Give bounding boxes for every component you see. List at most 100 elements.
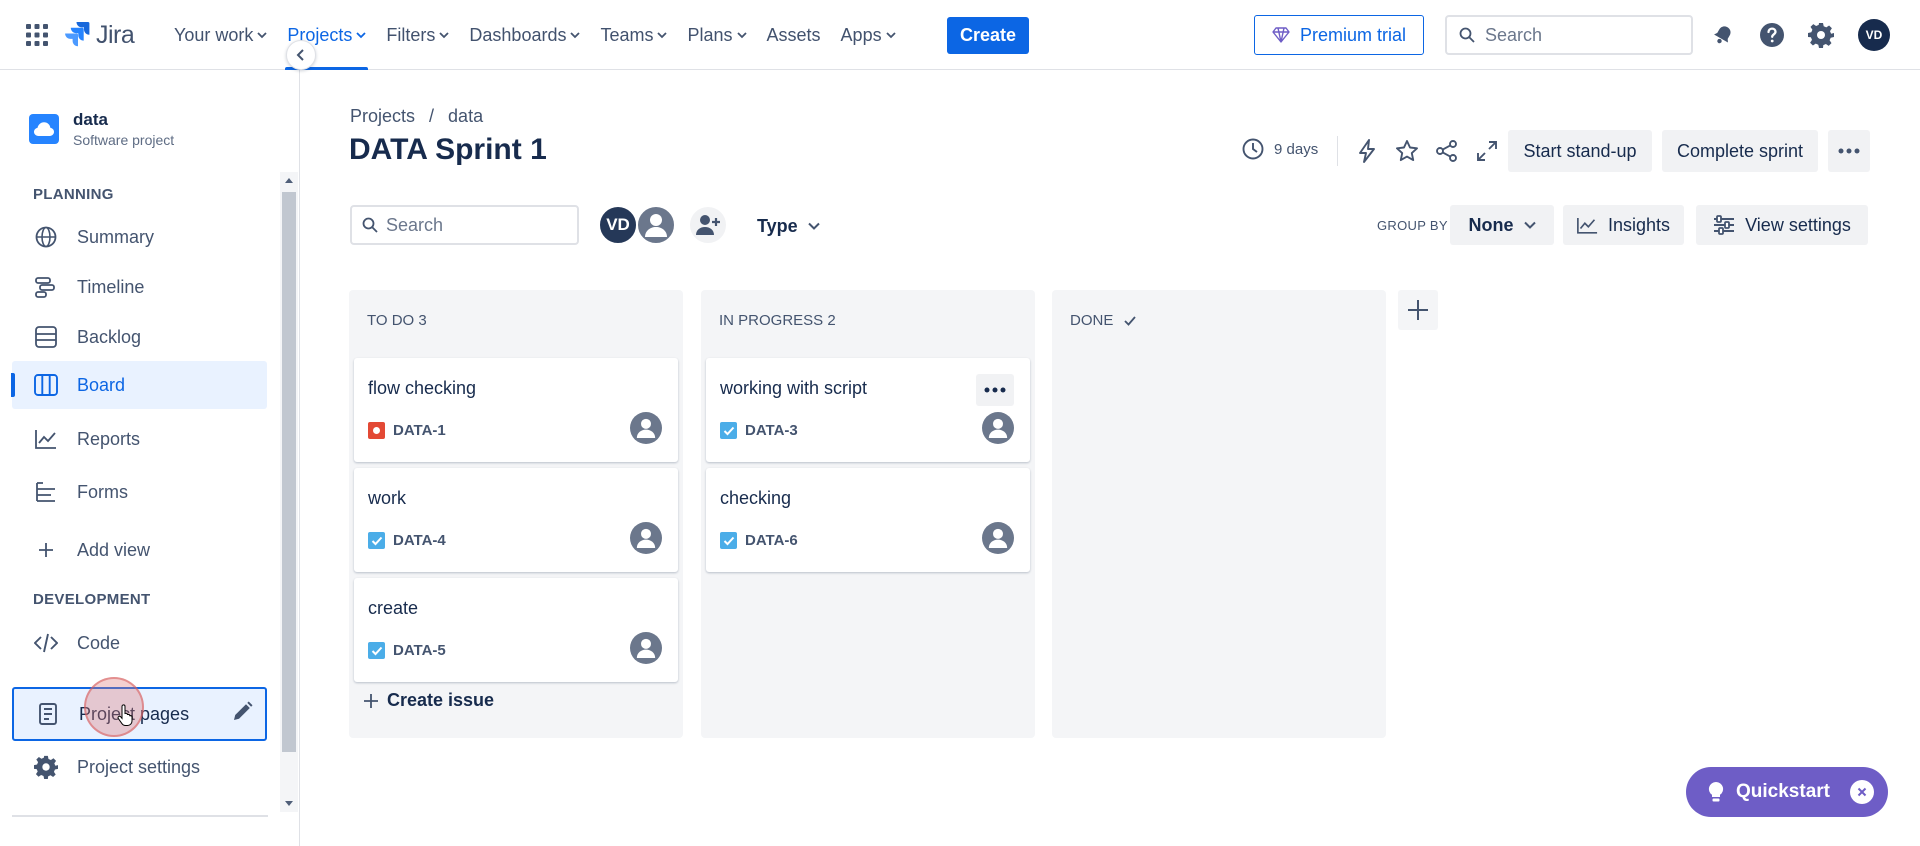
group-by-label: GROUP BY [1377, 218, 1448, 233]
sidebar-item-label: Project pages [79, 703, 190, 724]
add-column-button[interactable] [1398, 290, 1438, 330]
sidebar-item-timeline[interactable]: Timeline [12, 263, 267, 311]
project-avatar [29, 114, 59, 144]
sidebar-scrollbar-thumb[interactable] [282, 192, 296, 752]
collapse-sidebar-button[interactable] [286, 40, 316, 70]
column-header-label: DONE [1070, 312, 1114, 329]
insights-button[interactable]: Insights [1563, 205, 1684, 245]
plus-icon [364, 693, 378, 708]
card-assignee-avatar[interactable] [630, 412, 662, 444]
card-assignee-avatar[interactable] [982, 412, 1014, 444]
issue-card-title: create [368, 598, 419, 618]
sidebar-item-code[interactable]: Code [12, 619, 267, 667]
user-icon [636, 638, 656, 658]
card-assignee-avatar[interactable] [630, 522, 662, 554]
project-header[interactable]: data Software project [29, 110, 174, 148]
nav-plans[interactable]: Plans [677, 0, 756, 70]
create-issue-label: Create issue [387, 690, 495, 710]
issue-card-title: flow checking [368, 378, 477, 398]
issue-card[interactable]: checking DATA-6 [706, 468, 1030, 572]
chevron-down-icon [657, 32, 668, 39]
share-icon[interactable] [1433, 137, 1461, 165]
app-switcher-icon[interactable] [26, 24, 48, 46]
breadcrumb-projects[interactable]: Projects [350, 106, 415, 127]
globe-icon [33, 224, 59, 250]
global-search-input[interactable] [1485, 24, 1675, 46]
card-more-button[interactable] [976, 374, 1014, 406]
sidebar-item-board[interactable]: Board [11, 361, 267, 409]
task-checkbox-icon [368, 642, 385, 659]
issue-key-label: DATA-3 [745, 422, 798, 439]
scroll-up-icon[interactable] [284, 176, 294, 186]
nav-your-work[interactable]: Your work [164, 0, 277, 70]
lightning-icon[interactable] [1353, 137, 1381, 165]
sidebar-item-summary[interactable]: Summary [12, 213, 267, 261]
issue-card[interactable]: work DATA-4 [354, 468, 678, 572]
issue-key-label: DATA-6 [745, 532, 798, 549]
sidebar-item-label: Board [77, 374, 126, 395]
nav-filters[interactable]: Filters [376, 0, 459, 70]
sidebar-item-label: Timeline [77, 276, 145, 297]
group-by-dropdown[interactable]: None [1450, 205, 1554, 245]
settings-icon[interactable] [1807, 21, 1835, 49]
board-search-input[interactable] [386, 214, 566, 236]
nav-assets[interactable]: Assets [757, 0, 831, 70]
issue-card-title: checking [720, 488, 792, 508]
issue-card[interactable]: flow checking DATA-1 [354, 358, 678, 462]
add-user-icon [696, 215, 720, 235]
card-assignee-avatar[interactable] [982, 522, 1014, 554]
complete-sprint-button[interactable]: Complete sprint [1662, 130, 1818, 172]
issue-card-title: work [368, 488, 407, 508]
user-icon [636, 418, 656, 438]
premium-trial-label: Premium trial [1299, 24, 1406, 45]
issue-card-key: DATA-1 [368, 422, 446, 439]
create-button[interactable]: Create [947, 17, 1029, 54]
nav-filters-label: Filters [386, 24, 436, 45]
view-settings-button[interactable]: View settings [1696, 205, 1868, 245]
breadcrumb-data[interactable]: data [448, 106, 483, 127]
help-icon[interactable] [1758, 21, 1786, 49]
nav-your-work-label: Your work [174, 24, 254, 45]
project-sidebar: data Software project PLANNING Summary T… [0, 70, 300, 846]
sidebar-item-project-pages[interactable]: Project pages [12, 687, 267, 741]
sidebar-item-project-settings[interactable]: Project settings [12, 743, 267, 791]
cloud-icon [34, 122, 54, 136]
more-horizontal-icon [1838, 148, 1860, 154]
issue-card[interactable]: create DATA-5 [354, 578, 678, 682]
sidebar-item-reports[interactable]: Reports [12, 415, 267, 463]
card-assignee-avatar[interactable] [630, 632, 662, 664]
star-icon[interactable] [1393, 137, 1421, 165]
start-standup-button[interactable]: Start stand-up [1508, 130, 1652, 172]
close-quickstart-button[interactable] [1850, 780, 1874, 804]
global-search[interactable] [1445, 15, 1693, 55]
sidebar-scrollbar[interactable] [280, 172, 298, 812]
expand-icon[interactable] [1473, 137, 1501, 165]
issue-card[interactable]: working with script DATA-3 [706, 358, 1030, 462]
jira-logo[interactable]: Jira [64, 18, 135, 52]
sidebar-item-add-view[interactable]: Add view [12, 526, 267, 574]
assignee-avatar-vd[interactable]: VD [598, 205, 638, 245]
sidebar-item-backlog[interactable]: Backlog [12, 313, 267, 361]
breadcrumb-separator: / [429, 106, 435, 126]
assignee-avatar-unassigned[interactable] [636, 205, 676, 245]
create-issue-button[interactable]: Create issue [363, 690, 494, 711]
sidebar-item-forms[interactable]: Forms [12, 468, 267, 516]
more-actions-button[interactable] [1828, 130, 1870, 172]
quickstart-button[interactable]: Quickstart [1686, 767, 1888, 817]
forms-icon [33, 479, 59, 505]
pencil-icon[interactable] [231, 701, 253, 723]
nav-teams[interactable]: Teams [590, 0, 677, 70]
search-icon [362, 217, 378, 233]
scroll-down-icon[interactable] [284, 798, 294, 808]
jira-logo-icon [65, 22, 90, 47]
backlog-icon [33, 324, 59, 350]
board-search[interactable] [350, 205, 579, 245]
add-people-button[interactable] [688, 205, 728, 245]
notifications-icon[interactable] [1709, 21, 1737, 49]
sprint-days-remaining[interactable]: 9 days [1242, 138, 1318, 160]
premium-trial-button[interactable]: Premium trial [1254, 15, 1424, 55]
nav-apps[interactable]: Apps [831, 0, 906, 70]
user-avatar[interactable]: VD [1858, 19, 1890, 51]
type-filter-dropdown[interactable]: Type [745, 208, 832, 244]
nav-dashboards[interactable]: Dashboards [459, 0, 590, 70]
